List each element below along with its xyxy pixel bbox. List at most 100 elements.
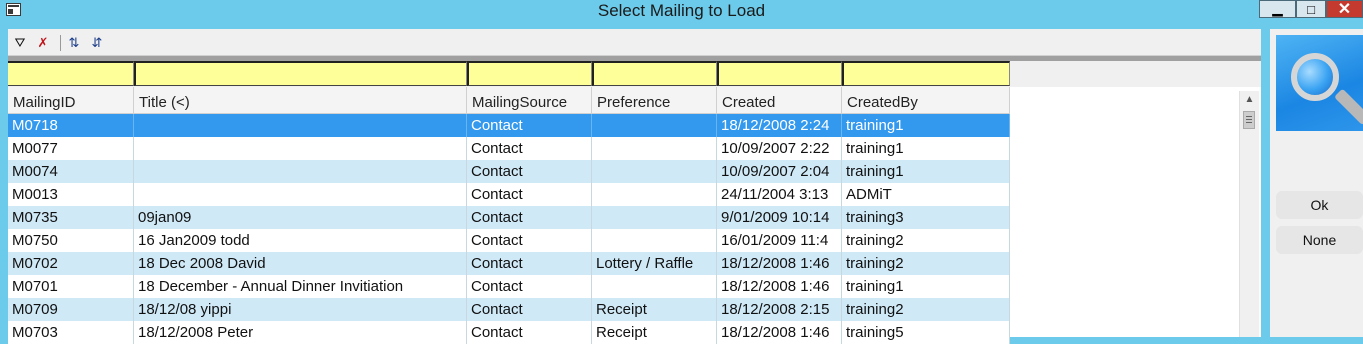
table-row[interactable]: M0709 18/12/08 yippi Contact Receipt 18/12/2…: [8, 298, 1010, 321]
action-panel: Ok None: [1270, 29, 1363, 337]
cell-createdby: training2: [842, 298, 1010, 321]
title-bar: Select Mailing to Load ▁ □ ✕: [0, 0, 1363, 28]
cell-title: 16 Jan2009 todd: [134, 229, 467, 252]
maximize-button[interactable]: □: [1296, 0, 1326, 18]
cell-preference: Receipt: [592, 298, 717, 321]
cell-createdby: training3: [842, 206, 1010, 229]
cell-createdby: training2: [842, 252, 1010, 275]
cell-title: [134, 160, 467, 183]
cell-preference: [592, 206, 717, 229]
cell-mailingsource: Contact: [467, 252, 592, 275]
ok-button[interactable]: Ok: [1276, 191, 1363, 219]
toolbar-separator: [60, 35, 61, 51]
cell-created: 10/09/2007 2:04: [717, 160, 842, 183]
column-header-mailingsource[interactable]: MailingSource: [467, 87, 592, 114]
cell-mailingsource: Contact: [467, 183, 592, 206]
column-header-created[interactable]: Created: [717, 87, 842, 114]
magnifier-icon: [1276, 35, 1363, 131]
column-header-row: MailingID Title (<) MailingSource Prefer…: [8, 87, 1261, 114]
cell-preference: [592, 114, 717, 137]
magnifier-handle: [1334, 88, 1363, 126]
cell-preference: [592, 137, 717, 160]
column-header-createdby[interactable]: CreatedBy: [842, 87, 1010, 114]
table-row[interactable]: M0735 09jan09 Contact 9/01/2009 10:14 traini…: [8, 206, 1010, 229]
cell-mailingid: M0702: [8, 252, 134, 275]
cell-mailingsource: Contact: [467, 114, 592, 137]
cell-createdby: training1: [842, 114, 1010, 137]
cell-created: 24/11/2004 3:13: [717, 183, 842, 206]
table-row[interactable]: M0702 18 Dec 2008 David Contact Lottery / R…: [8, 252, 1010, 275]
none-button[interactable]: None: [1276, 226, 1363, 254]
cell-preference: Lottery / Raffle: [592, 252, 717, 275]
cell-preference: [592, 275, 717, 298]
cell-created: 16/01/2009 11:4: [717, 229, 842, 252]
grid-empty-area: [1010, 114, 1239, 337]
table-row[interactable]: M0013 Contact 24/11/2004 3:13 ADMiT: [8, 183, 1010, 206]
filter-createdby-input[interactable]: [842, 61, 1010, 86]
cell-created: 18/12/2008 1:46: [717, 321, 842, 344]
cell-mailingid: M0735: [8, 206, 134, 229]
cell-mailingid: M0750: [8, 229, 134, 252]
column-header-mailingid[interactable]: MailingID: [8, 87, 134, 114]
maximize-icon: □: [1307, 1, 1315, 17]
table-row[interactable]: M0074 Contact 10/09/2007 2:04 training1: [8, 160, 1010, 183]
cell-mailingid: M0709: [8, 298, 134, 321]
cell-created: 18/12/2008 1:46: [717, 275, 842, 298]
cell-mailingsource: Contact: [467, 275, 592, 298]
cell-mailingsource: Contact: [467, 229, 592, 252]
window-title: Select Mailing to Load: [597, 1, 766, 20]
cell-createdby: training5: [842, 321, 1010, 344]
cell-mailingid: M0703: [8, 321, 134, 344]
scroll-up-arrow-icon[interactable]: ▲: [1240, 91, 1259, 108]
table-row[interactable]: M0750 16 Jan2009 todd Contact 16/01/2009 11…: [8, 229, 1010, 252]
minimize-icon: ▁: [1272, 1, 1283, 16]
cell-title: [134, 137, 467, 160]
table-row[interactable]: M0077 Contact 10/09/2007 2:22 training1: [8, 137, 1010, 160]
cell-title: 18 Dec 2008 David: [134, 252, 467, 275]
cell-mailingsource: Contact: [467, 137, 592, 160]
scroll-thumb[interactable]: [1243, 111, 1255, 129]
cell-created: 10/09/2007 2:22: [717, 137, 842, 160]
sort-descending-icon[interactable]: ⇵: [88, 34, 106, 52]
cell-mailingid: M0701: [8, 275, 134, 298]
cell-createdby: training1: [842, 160, 1010, 183]
cell-preference: Receipt: [592, 321, 717, 344]
cell-mailingid: M0077: [8, 137, 134, 160]
cell-createdby: training2: [842, 229, 1010, 252]
table-row[interactable]: M0718 Contact 18/12/2008 2:24 training1: [8, 114, 1010, 137]
column-header-preference[interactable]: Preference: [592, 87, 717, 114]
cell-title: 09jan09: [134, 206, 467, 229]
filter-title-input[interactable]: [134, 61, 467, 86]
cell-preference: [592, 160, 717, 183]
clear-filter-icon[interactable]: ✗: [34, 34, 52, 52]
column-header-title[interactable]: Title (<): [134, 87, 467, 114]
filter-mailingsource-input[interactable]: [467, 61, 592, 86]
cell-created: 18/12/2008 2:15: [717, 298, 842, 321]
grid-toolbar: ⛛ ✗ ⇅ ⇵: [8, 29, 1261, 56]
cell-mailingid: M0013: [8, 183, 134, 206]
cell-mailingsource: Contact: [467, 321, 592, 344]
filter-row: [8, 61, 1261, 87]
cell-title: 18/12/08 yippi: [134, 298, 467, 321]
sort-ascending-icon[interactable]: ⇅: [65, 34, 83, 52]
cell-preference: [592, 183, 717, 206]
cell-created: 18/12/2008 1:46: [717, 252, 842, 275]
filter-mailingid-input[interactable]: [8, 61, 134, 86]
cell-mailingsource: Contact: [467, 160, 592, 183]
table-row[interactable]: M0703 18/12/2008 Peter Contact Receipt 18/12…: [8, 321, 1010, 344]
cell-createdby: training1: [842, 275, 1010, 298]
cell-createdby: ADMiT: [842, 183, 1010, 206]
cell-mailingid: M0718: [8, 114, 134, 137]
minimize-button[interactable]: ▁: [1259, 0, 1296, 18]
close-button[interactable]: ✕: [1326, 0, 1363, 18]
cell-title: [134, 183, 467, 206]
cell-created: 9/01/2009 10:14: [717, 206, 842, 229]
filter-icon[interactable]: ⛛: [11, 34, 29, 52]
filter-created-input[interactable]: [717, 61, 842, 86]
filter-preference-input[interactable]: [592, 61, 717, 86]
cell-preference: [592, 229, 717, 252]
cell-mailingsource: Contact: [467, 206, 592, 229]
close-icon: ✕: [1337, 1, 1352, 18]
vertical-scrollbar[interactable]: ▲: [1239, 91, 1259, 337]
table-row[interactable]: M0701 18 December - Annual Dinner Invitia…: [8, 275, 1010, 298]
